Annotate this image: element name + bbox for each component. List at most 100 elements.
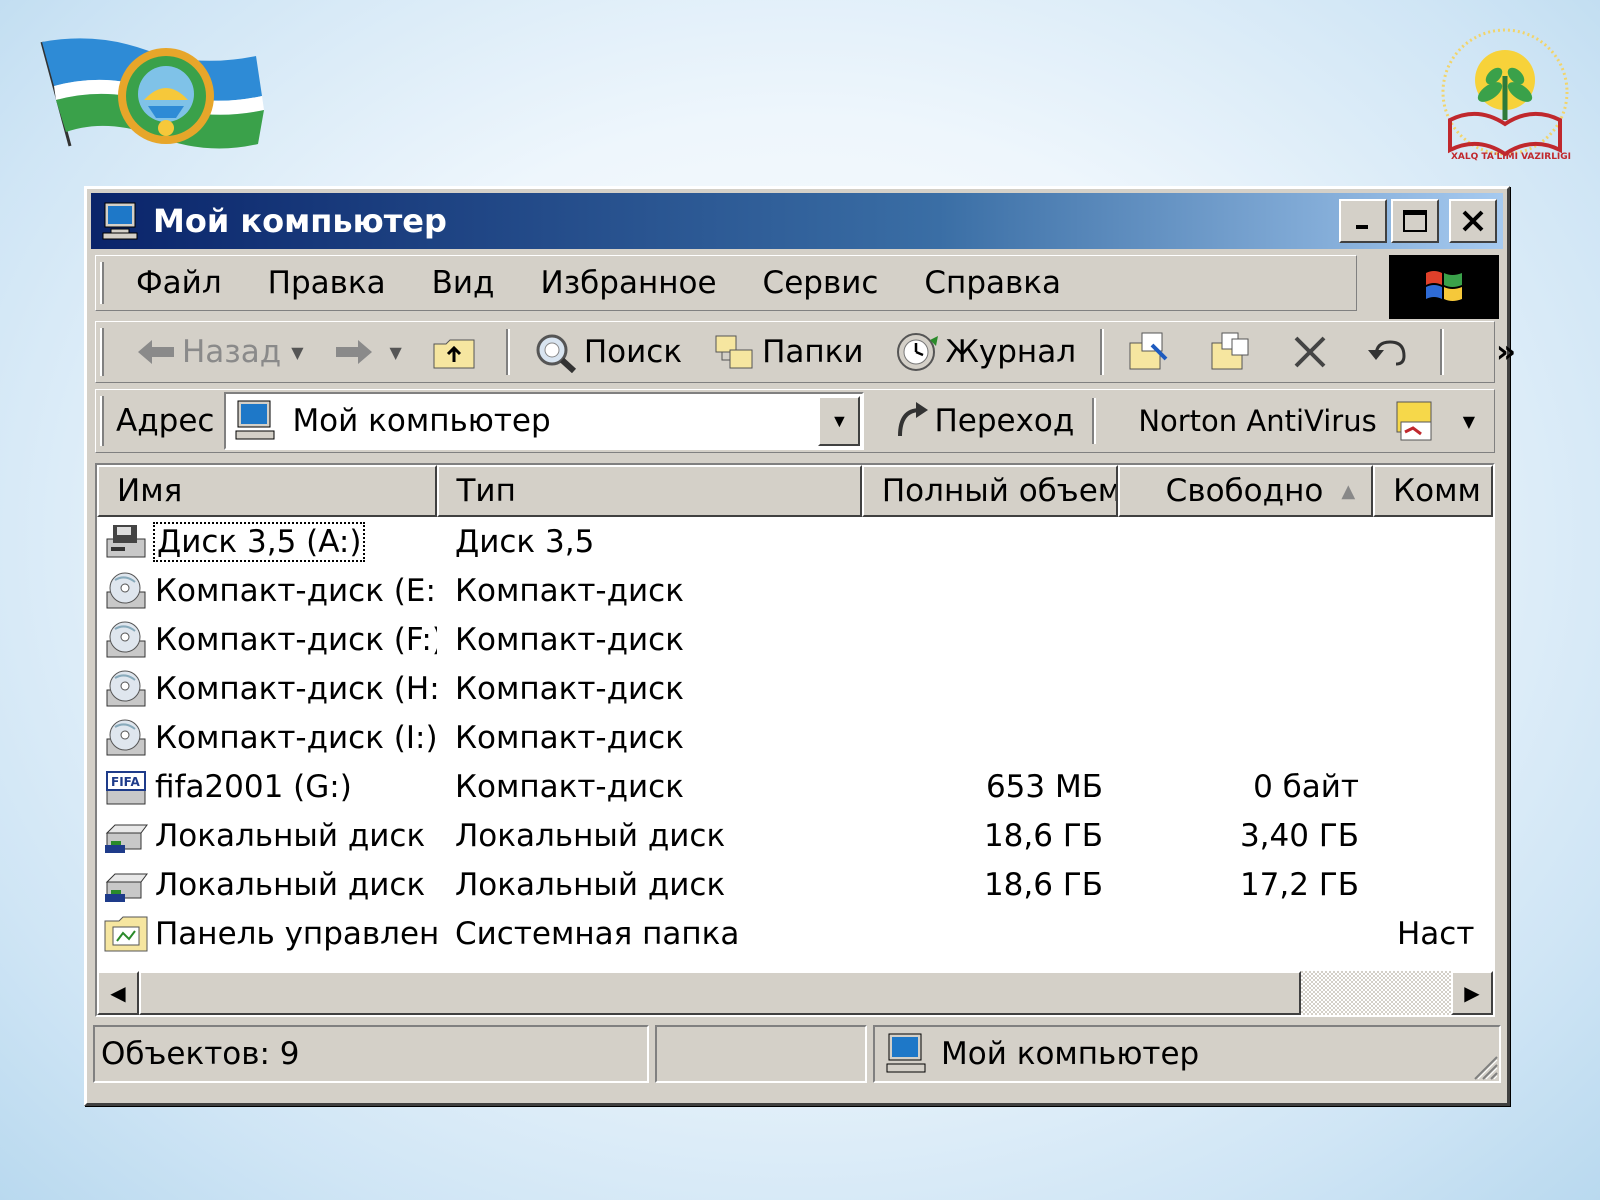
list-item-type: Компакт-диск bbox=[455, 768, 684, 805]
list-item[interactable]: Компакт-диск (I:) Компакт-диск bbox=[97, 713, 1493, 762]
list-item[interactable]: Компакт-диск (E:) Компакт-диск bbox=[97, 566, 1493, 615]
close-button[interactable] bbox=[1449, 199, 1497, 243]
floppy-drive-icon bbox=[103, 521, 149, 563]
list-item-type: Диск 3,5 bbox=[455, 523, 595, 560]
arrow-right-icon: ▶ bbox=[1464, 982, 1480, 1005]
list-item-name: Компакт-диск (F:) bbox=[155, 621, 437, 658]
status-empty-panel bbox=[655, 1025, 867, 1083]
list-item-type: Локальный диск bbox=[455, 866, 726, 903]
norton-antivirus-button[interactable]: Norton AntiVirus ▼ bbox=[1138, 398, 1475, 444]
list-item[interactable]: Компакт-диск (H:) Компакт-диск bbox=[97, 664, 1493, 713]
list-item[interactable]: Локальный диск ... Локальный диск 18,6 ГБ 3… bbox=[97, 811, 1493, 860]
list-rows: Диск 3,5 (A:) Диск 3,5 Компакт-диск (E:) Ко… bbox=[97, 517, 1493, 958]
list-item[interactable]: Панель управлен... Системная папка Наст bbox=[97, 909, 1493, 958]
forward-button[interactable]: ▼ bbox=[334, 337, 402, 367]
address-dropdown-button[interactable]: ▼ bbox=[818, 396, 861, 446]
menu-view[interactable]: Вид bbox=[432, 265, 495, 301]
list-item[interactable]: FIFA fifa2001 (G:) Компакт-диск 653 МБ 0 бай… bbox=[97, 762, 1493, 811]
scrollbar-track[interactable] bbox=[1301, 971, 1451, 1015]
list-item-name-cell[interactable]: Компакт-диск (F:) bbox=[97, 619, 437, 661]
cd-drive-icon bbox=[103, 717, 149, 759]
move-to-button[interactable] bbox=[1126, 331, 1178, 373]
menu-favorites[interactable]: Избранное bbox=[541, 265, 717, 301]
go-button[interactable]: Переход bbox=[892, 400, 1074, 442]
list-item[interactable]: Компакт-диск (F:) Компакт-диск bbox=[97, 615, 1493, 664]
addressbar-separator bbox=[1092, 398, 1097, 444]
computer-icon bbox=[886, 1033, 926, 1073]
folders-icon bbox=[715, 335, 753, 369]
scrollbar-thumb[interactable] bbox=[139, 971, 1301, 1015]
list-item-name-cell[interactable]: Компакт-диск (H:) bbox=[97, 668, 437, 710]
my-computer-window: Мой компьютер Файл Правка Вид Избранное … bbox=[84, 186, 1516, 1106]
move-to-icon bbox=[1129, 332, 1168, 370]
windows-logo-throbber bbox=[1389, 255, 1499, 319]
menu-help[interactable]: Справка bbox=[924, 265, 1061, 301]
back-button[interactable]: Назад ▼ bbox=[136, 334, 304, 370]
file-list-view[interactable]: Имя Тип Полный объем Свободно ▲ Комм Дис… bbox=[95, 463, 1495, 1017]
title-bar[interactable]: Мой компьютер bbox=[91, 193, 1503, 249]
menu-tools[interactable]: Сервис bbox=[763, 265, 879, 301]
ministry-logo-text: XALQ TA'LIMI VAZIRLIGI bbox=[1450, 152, 1572, 162]
list-item-name: fifa2001 (G:) bbox=[155, 768, 352, 805]
list-item-name-cell[interactable]: Локальный диск ... bbox=[97, 815, 437, 857]
up-folder-button[interactable] bbox=[432, 334, 482, 370]
list-item-free: 17,2 ГБ bbox=[1239, 866, 1359, 903]
list-item-total-size: 18,6 ГБ bbox=[983, 817, 1103, 854]
norton-dropdown-icon[interactable]: ▼ bbox=[1463, 412, 1475, 431]
toolbar-grip[interactable] bbox=[100, 328, 104, 376]
hard-drive-icon bbox=[103, 864, 149, 906]
column-header-comment[interactable]: Комм bbox=[1373, 465, 1493, 517]
list-item-name-cell[interactable]: Диск 3,5 (A:) bbox=[97, 521, 437, 563]
scroll-left-button[interactable]: ◀ bbox=[97, 971, 139, 1015]
toolbar-separator bbox=[1440, 329, 1445, 375]
column-header-free[interactable]: Свободно ▲ bbox=[1117, 465, 1374, 517]
column-header-name[interactable]: Имя bbox=[97, 465, 437, 517]
toolbar-overflow-chevron[interactable]: » bbox=[1496, 334, 1516, 370]
fifa-cd-icon: FIFA bbox=[103, 766, 149, 808]
address-bar: Адрес Мой компьютер ▼ Переход Norton Ant… bbox=[95, 389, 1495, 453]
forward-dropdown-icon[interactable]: ▼ bbox=[390, 343, 402, 362]
scroll-right-button[interactable]: ▶ bbox=[1451, 971, 1493, 1015]
column-header-total-size[interactable]: Полный объем bbox=[861, 465, 1118, 517]
search-button[interactable]: Поиск bbox=[532, 331, 682, 373]
minimize-button[interactable] bbox=[1339, 199, 1387, 243]
list-item-type: Компакт-диск bbox=[455, 621, 684, 658]
list-item-name-cell[interactable]: FIFA fifa2001 (G:) bbox=[97, 766, 437, 808]
list-item-name-cell[interactable]: Компакт-диск (E:) bbox=[97, 570, 437, 612]
address-value[interactable]: Мой компьютер bbox=[292, 403, 550, 439]
addressbar-grip[interactable] bbox=[100, 396, 104, 446]
undo-button[interactable] bbox=[1366, 334, 1416, 370]
list-item[interactable]: Диск 3,5 (A:) Диск 3,5 bbox=[97, 517, 1493, 566]
history-button[interactable]: Журнал bbox=[894, 330, 1077, 374]
undo-icon bbox=[1368, 340, 1406, 366]
list-item-name-cell[interactable]: Локальный диск ... bbox=[97, 864, 437, 906]
list-item-name: Компакт-диск (E:) bbox=[155, 572, 437, 609]
list-item-type: Компакт-диск bbox=[455, 670, 684, 707]
control-panel-folder-icon bbox=[103, 913, 149, 955]
chevron-down-icon: ▼ bbox=[830, 410, 849, 431]
resize-grip-icon[interactable] bbox=[1469, 1051, 1499, 1081]
status-bar: Объектов: 9 Мой компьютер bbox=[93, 1025, 1501, 1083]
address-combobox[interactable]: Мой компьютер ▼ bbox=[224, 392, 865, 450]
close-icon bbox=[1462, 210, 1484, 232]
menu-file[interactable]: Файл bbox=[136, 265, 222, 301]
maximize-button[interactable] bbox=[1391, 199, 1439, 243]
copy-to-button[interactable] bbox=[1208, 331, 1260, 373]
list-item-name-cell[interactable]: Компакт-диск (I:) bbox=[97, 717, 437, 759]
history-label: Журнал bbox=[945, 334, 1077, 370]
status-location-panel: Мой компьютер bbox=[873, 1025, 1501, 1083]
menubar-grip[interactable] bbox=[100, 262, 104, 304]
column-header-type[interactable]: Тип bbox=[436, 465, 862, 517]
menu-edit[interactable]: Правка bbox=[268, 265, 386, 301]
sort-ascending-icon: ▲ bbox=[1341, 480, 1356, 502]
search-label: Поиск bbox=[583, 334, 683, 370]
delete-button[interactable] bbox=[1290, 332, 1336, 372]
list-item[interactable]: Локальный диск ... Локальный диск 18,6 ГБ 1… bbox=[97, 860, 1493, 909]
back-label: Назад bbox=[182, 334, 282, 370]
horizontal-scrollbar[interactable]: ◀ ▶ bbox=[97, 971, 1493, 1015]
folders-button[interactable]: Папки bbox=[712, 332, 864, 372]
list-item-name: Диск 3,5 (A:) bbox=[152, 521, 366, 562]
list-item-free: 3,40 ГБ bbox=[1239, 817, 1359, 854]
list-item-name-cell[interactable]: Панель управлен... bbox=[97, 913, 437, 955]
back-dropdown-icon[interactable]: ▼ bbox=[291, 343, 303, 362]
